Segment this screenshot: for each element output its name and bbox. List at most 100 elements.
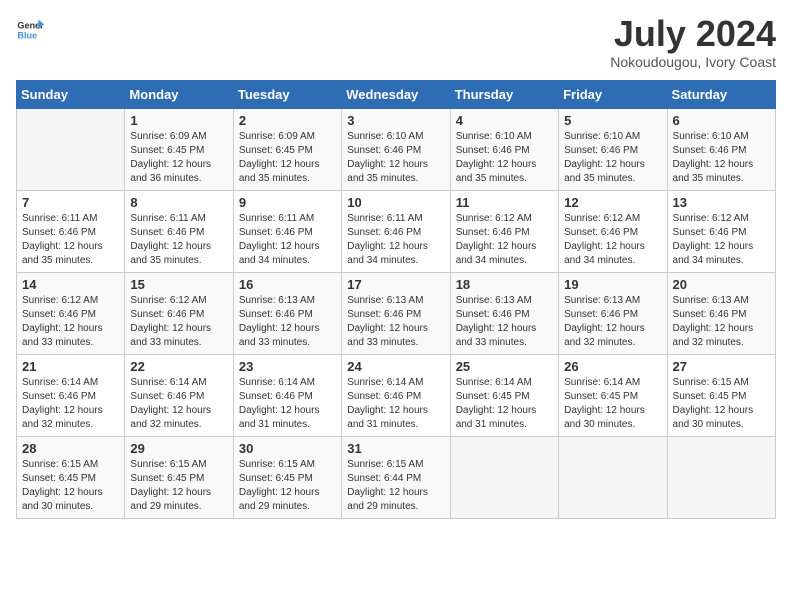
month-title: July 2024 [610,16,776,52]
day-info: Sunrise: 6:10 AM Sunset: 6:46 PM Dayligh… [347,130,444,186]
day-number: 22 [130,359,227,374]
calendar-cell: 20 Sunrise: 6:13 AM Sunset: 6:46 PM Dayli… [667,273,775,355]
weekday-header-cell: Tuesday [233,81,341,109]
calendar-cell: 22Sunrise: 6:14 AM Sunset: 6:46 PM Dayli… [125,355,233,437]
calendar-cell: 26 Sunrise: 6:14 AM Sunset: 6:45 PM Dayli… [559,355,667,437]
day-number: 20 [673,277,770,292]
weekday-header-cell: Sunday [17,81,125,109]
day-info: Sunrise: 6:12 AM Sunset: 6:46 PM Dayligh… [673,212,770,268]
calendar-cell: 17 Sunrise: 6:13 AM Sunset: 6:46 PM Dayli… [342,273,450,355]
day-info: Sunrise: 6:13 AM Sunset: 6:46 PM Dayligh… [239,294,336,350]
calendar-cell: 9 Sunrise: 6:11 AM Sunset: 6:46 PM Daylig… [233,191,341,273]
calendar-cell: 1 Sunrise: 6:09 AM Sunset: 6:45 PM Daylig… [125,109,233,191]
day-info: Sunrise: 6:10 AM Sunset: 6:46 PM Dayligh… [673,130,770,186]
calendar-cell [17,109,125,191]
day-number: 27 [673,359,770,374]
calendar-cell: 4 Sunrise: 6:10 AM Sunset: 6:46 PM Daylig… [450,109,558,191]
day-number: 23 [239,359,336,374]
calendar-cell: 7 Sunrise: 6:11 AM Sunset: 6:46 PM Daylig… [17,191,125,273]
calendar-cell: 10 Sunrise: 6:11 AM Sunset: 6:46 PM Dayli… [342,191,450,273]
weekday-header-cell: Saturday [667,81,775,109]
day-number: 11 [456,195,553,210]
title-block: July 2024 Nokoudougou, Ivory Coast [610,16,776,70]
calendar-cell: 6 Sunrise: 6:10 AM Sunset: 6:46 PM Daylig… [667,109,775,191]
day-number: 28 [22,441,119,456]
day-info: Sunrise: 6:09 AM Sunset: 6:45 PM Dayligh… [130,130,227,186]
calendar-cell: 8Sunrise: 6:11 AM Sunset: 6:46 PM Daylig… [125,191,233,273]
day-info: Sunrise: 6:15 AM Sunset: 6:45 PM Dayligh… [130,458,227,514]
day-number: 30 [239,441,336,456]
day-info: Sunrise: 6:14 AM Sunset: 6:46 PM Dayligh… [347,376,444,432]
calendar-cell: 24Sunrise: 6:14 AM Sunset: 6:46 PM Dayli… [342,355,450,437]
day-number: 7 [22,195,119,210]
logo: General Blue [16,16,44,44]
day-number: 29 [130,441,227,456]
calendar-cell: 11 Sunrise: 6:12 AM Sunset: 6:46 PM Dayli… [450,191,558,273]
day-info: Sunrise: 6:10 AM Sunset: 6:46 PM Dayligh… [456,130,553,186]
calendar-cell: 27 Sunrise: 6:15 AM Sunset: 6:45 PM Dayli… [667,355,775,437]
day-info: Sunrise: 6:14 AM Sunset: 6:46 PM Dayligh… [239,376,336,432]
weekday-header-row: SundayMondayTuesdayWednesdayThursdayFrid… [17,81,776,109]
weekday-header-cell: Wednesday [342,81,450,109]
day-number: 18 [456,277,553,292]
day-info: Sunrise: 6:11 AM Sunset: 6:46 PM Dayligh… [239,212,336,268]
calendar-cell [559,437,667,519]
calendar-cell: 15 Sunrise: 6:12 AM Sunset: 6:46 PM Dayli… [125,273,233,355]
svg-text:Blue: Blue [17,30,37,40]
day-number: 4 [456,113,553,128]
day-number: 6 [673,113,770,128]
calendar-cell: 12Sunrise: 6:12 AM Sunset: 6:46 PM Dayli… [559,191,667,273]
day-info: Sunrise: 6:09 AM Sunset: 6:45 PM Dayligh… [239,130,336,186]
calendar-cell: 19Sunrise: 6:13 AM Sunset: 6:46 PM Dayli… [559,273,667,355]
day-info: Sunrise: 6:13 AM Sunset: 6:46 PM Dayligh… [673,294,770,350]
day-info: Sunrise: 6:13 AM Sunset: 6:46 PM Dayligh… [456,294,553,350]
weekday-header-cell: Monday [125,81,233,109]
calendar-body: 1 Sunrise: 6:09 AM Sunset: 6:45 PM Daylig… [17,109,776,519]
day-info: Sunrise: 6:11 AM Sunset: 6:46 PM Dayligh… [22,212,119,268]
day-info: Sunrise: 6:13 AM Sunset: 6:46 PM Dayligh… [347,294,444,350]
day-number: 17 [347,277,444,292]
location: Nokoudougou, Ivory Coast [610,54,776,70]
calendar-week-row: 21Sunrise: 6:14 AM Sunset: 6:46 PM Dayli… [17,355,776,437]
calendar-cell: 18 Sunrise: 6:13 AM Sunset: 6:46 PM Dayli… [450,273,558,355]
calendar-cell: 30 Sunrise: 6:15 AM Sunset: 6:45 PM Dayli… [233,437,341,519]
day-number: 2 [239,113,336,128]
calendar-cell: 23 Sunrise: 6:14 AM Sunset: 6:46 PM Dayli… [233,355,341,437]
day-number: 19 [564,277,661,292]
day-info: Sunrise: 6:15 AM Sunset: 6:45 PM Dayligh… [239,458,336,514]
day-number: 10 [347,195,444,210]
calendar-cell: 2 Sunrise: 6:09 AM Sunset: 6:45 PM Daylig… [233,109,341,191]
calendar-cell: 31Sunrise: 6:15 AM Sunset: 6:44 PM Dayli… [342,437,450,519]
logo-icon: General Blue [16,16,44,44]
day-info: Sunrise: 6:14 AM Sunset: 6:45 PM Dayligh… [456,376,553,432]
calendar-table: SundayMondayTuesdayWednesdayThursdayFrid… [16,80,776,519]
day-info: Sunrise: 6:12 AM Sunset: 6:46 PM Dayligh… [456,212,553,268]
page-header: General Blue July 2024 Nokoudougou, Ivor… [16,16,776,70]
day-info: Sunrise: 6:12 AM Sunset: 6:46 PM Dayligh… [130,294,227,350]
calendar-week-row: 1 Sunrise: 6:09 AM Sunset: 6:45 PM Daylig… [17,109,776,191]
day-number: 15 [130,277,227,292]
day-number: 9 [239,195,336,210]
calendar-cell: 29 Sunrise: 6:15 AM Sunset: 6:45 PM Dayli… [125,437,233,519]
day-info: Sunrise: 6:12 AM Sunset: 6:46 PM Dayligh… [22,294,119,350]
calendar-cell: 25 Sunrise: 6:14 AM Sunset: 6:45 PM Dayli… [450,355,558,437]
day-info: Sunrise: 6:14 AM Sunset: 6:45 PM Dayligh… [564,376,661,432]
day-number: 13 [673,195,770,210]
day-info: Sunrise: 6:15 AM Sunset: 6:44 PM Dayligh… [347,458,444,514]
calendar-cell [450,437,558,519]
calendar-cell: 13 Sunrise: 6:12 AM Sunset: 6:46 PM Dayli… [667,191,775,273]
day-number: 25 [456,359,553,374]
day-number: 1 [130,113,227,128]
calendar-cell: 16 Sunrise: 6:13 AM Sunset: 6:46 PM Dayli… [233,273,341,355]
day-info: Sunrise: 6:14 AM Sunset: 6:46 PM Dayligh… [22,376,119,432]
calendar-week-row: 28 Sunrise: 6:15 AM Sunset: 6:45 PM Dayli… [17,437,776,519]
calendar-cell [667,437,775,519]
day-number: 26 [564,359,661,374]
weekday-header-cell: Thursday [450,81,558,109]
day-number: 3 [347,113,444,128]
calendar-cell: 28Sunrise: 6:15 AM Sunset: 6:45 PM Dayli… [17,437,125,519]
day-info: Sunrise: 6:11 AM Sunset: 6:46 PM Dayligh… [347,212,444,268]
day-info: Sunrise: 6:15 AM Sunset: 6:45 PM Dayligh… [673,376,770,432]
calendar-week-row: 7 Sunrise: 6:11 AM Sunset: 6:46 PM Daylig… [17,191,776,273]
day-number: 16 [239,277,336,292]
